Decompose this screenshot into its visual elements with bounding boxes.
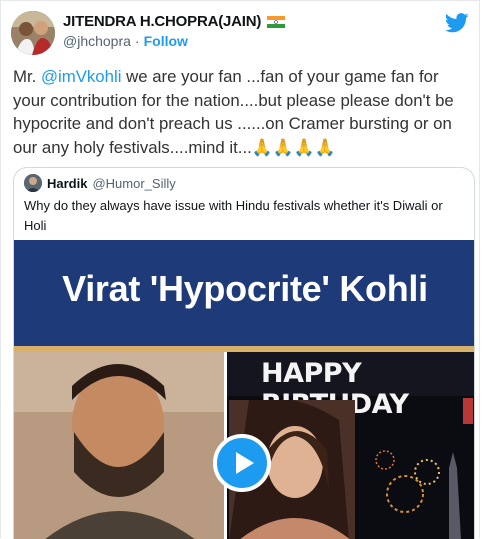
video-thumbnail[interactable]: Virat 'Hypocrite' Kohli HAPPY bbox=[14, 240, 474, 539]
author-avatar[interactable] bbox=[11, 11, 55, 55]
play-button[interactable] bbox=[213, 434, 271, 492]
tweet-card: JITENDRA H.CHOPRA(JAIN) @jhchopra · Foll… bbox=[0, 0, 480, 539]
video-banner-title: Virat 'Hypocrite' Kohli bbox=[62, 268, 428, 309]
quoted-tweet[interactable]: Hardik @Humor_Silly Why do they always h… bbox=[13, 167, 475, 539]
mention-link[interactable]: @imVkohli bbox=[41, 67, 121, 86]
video-frame-left bbox=[14, 352, 224, 539]
quoted-author-name: Hardik bbox=[47, 175, 88, 191]
follow-button[interactable]: Follow bbox=[144, 33, 188, 49]
video-banner: Virat 'Hypocrite' Kohli bbox=[14, 240, 474, 346]
tweet-text-prefix: Mr. bbox=[13, 67, 41, 86]
quoted-avatar bbox=[24, 174, 42, 192]
author-handle[interactable]: @jhchopra bbox=[63, 33, 131, 49]
quoted-text: Why do they always have issue with Hindu… bbox=[24, 198, 443, 233]
author-name[interactable]: JITENDRA H.CHOPRA(JAIN) bbox=[63, 13, 261, 30]
play-icon bbox=[236, 452, 254, 474]
india-flag-icon bbox=[267, 15, 286, 28]
quoted-author-handle: @Humor_Silly bbox=[92, 175, 176, 191]
separator-dot: · bbox=[134, 33, 140, 49]
tweet-text: Mr. @imVkohli we are your fan ...fan of … bbox=[13, 65, 473, 159]
twitter-bird-icon[interactable] bbox=[445, 13, 469, 33]
